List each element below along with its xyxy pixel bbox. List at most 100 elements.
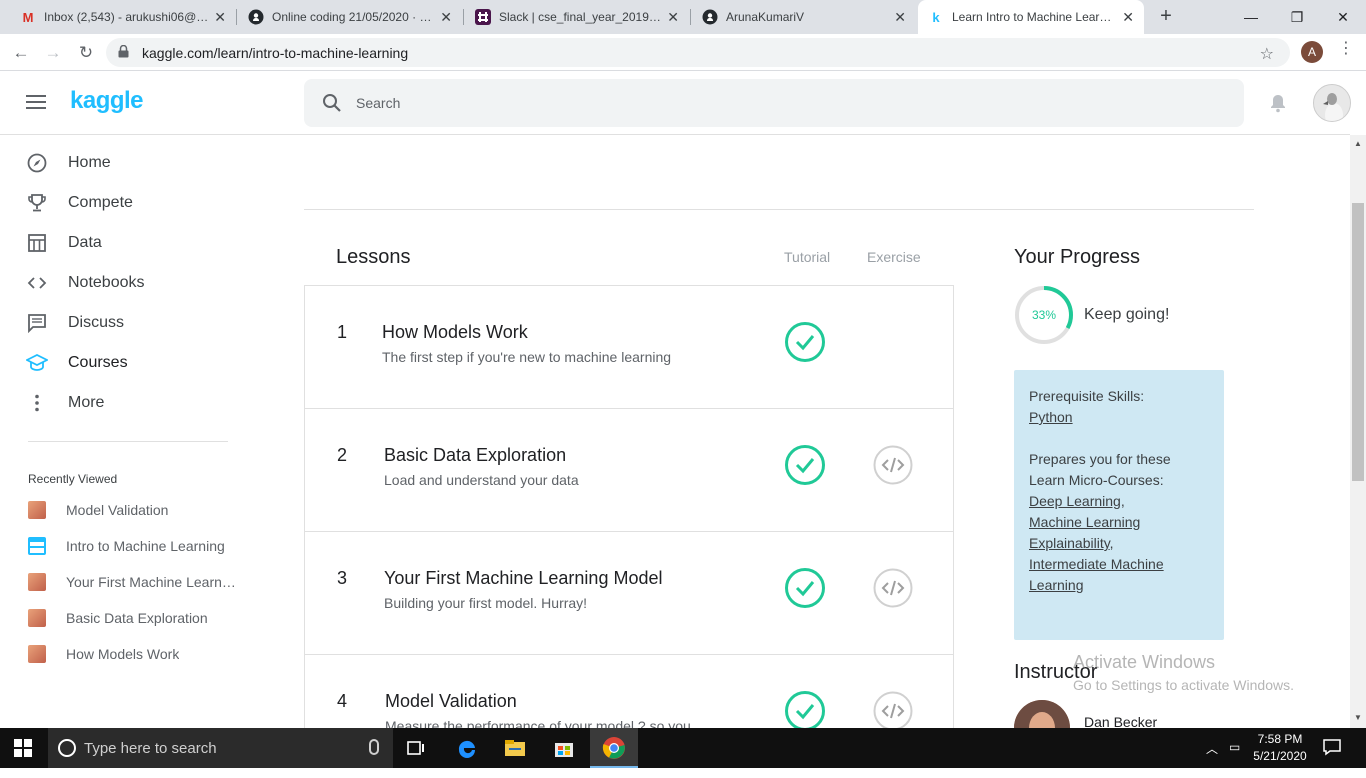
code-icon <box>26 272 48 294</box>
home-compass-icon <box>26 152 48 174</box>
recent-item[interactable]: Model Validation <box>28 500 238 520</box>
close-icon[interactable]: ✕ <box>667 9 679 26</box>
notifications-bell-icon[interactable] <box>1268 93 1288 113</box>
tab-label: ArunaKumariV <box>726 10 805 24</box>
graduation-cap-icon <box>26 352 48 374</box>
file-explorer-icon[interactable] <box>503 736 527 760</box>
tab-gmail[interactable]: M Inbox (2,543) - arukushi06@gmail.com ✕ <box>10 0 236 34</box>
maximize-button[interactable]: ❐ <box>1274 0 1320 34</box>
sidebar-item-data[interactable]: Data <box>26 231 102 255</box>
lesson-description: The first step if you're new to machine … <box>382 349 672 365</box>
page-scrollbar[interactable]: ▲ ▼ <box>1350 135 1366 728</box>
close-icon[interactable]: ✕ <box>214 9 226 26</box>
exercise-code-icon[interactable] <box>873 691 913 731</box>
battery-icon[interactable]: ▭ <box>1229 740 1240 754</box>
recent-item[interactable]: Intro to Machine Learning <box>28 536 238 556</box>
microphone-icon[interactable] <box>369 739 379 755</box>
tab-github-profile[interactable]: ArunaKumariV ✕ <box>692 0 916 34</box>
exercise-code-icon[interactable] <box>873 445 913 485</box>
lesson-title[interactable]: How Models Work <box>382 322 528 343</box>
tab-kaggle-active[interactable]: k Learn Intro to Machine Learning ✕ <box>918 0 1144 34</box>
notebook-thumbnail-icon <box>28 645 46 663</box>
sidebar-item-home[interactable]: Home <box>26 151 111 175</box>
microsoft-store-icon[interactable] <box>552 736 576 760</box>
sidebar-divider <box>28 441 228 442</box>
lesson-title[interactable]: Model Validation <box>385 691 517 712</box>
lesson-row[interactable]: 3 Your First Machine Learning Model Buil… <box>305 532 953 655</box>
reload-button[interactable]: ↻ <box>73 40 99 66</box>
edge-browser-icon[interactable] <box>455 736 479 760</box>
tab-github-coding[interactable]: Online coding 21/05/2020 · First ✕ <box>238 0 462 34</box>
lesson-title[interactable]: Basic Data Exploration <box>384 445 566 466</box>
close-icon[interactable]: ✕ <box>1122 9 1134 26</box>
scroll-down-arrow-icon[interactable]: ▼ <box>1354 713 1362 722</box>
chrome-taskbar-button-active[interactable] <box>590 728 638 768</box>
kaggle-header: kaggle Search <box>0 71 1351 135</box>
sidebar-item-courses[interactable]: Courses <box>26 351 128 375</box>
user-avatar[interactable] <box>1313 84 1351 122</box>
address-bar[interactable]: kaggle.com/learn/intro-to-machine-learni… <box>106 38 1290 67</box>
tab-label: Online coding 21/05/2020 · First <box>272 10 435 24</box>
close-icon[interactable]: ✕ <box>440 9 452 26</box>
table-icon <box>26 232 48 254</box>
close-icon[interactable]: ✕ <box>894 9 906 26</box>
tab-label: Inbox (2,543) - arukushi06@gmail.com <box>44 10 208 24</box>
taskbar-search-box[interactable]: Type here to search <box>48 728 393 768</box>
sidebar-item-compete[interactable]: Compete <box>26 191 133 215</box>
sidebar-item-label: Notebooks <box>68 274 145 291</box>
scrollbar-thumb[interactable] <box>1352 203 1364 481</box>
sidebar: Home Compete Data Notebooks Discuss Cour… <box>0 135 290 728</box>
lesson-title[interactable]: Your First Machine Learning Model <box>384 568 662 589</box>
back-button[interactable]: ← <box>8 40 34 66</box>
browser-menu-icon[interactable]: ⋮ <box>1338 38 1354 58</box>
recent-item[interactable]: Basic Data Exploration <box>28 608 238 628</box>
browser-profile-avatar[interactable]: A <box>1301 41 1323 63</box>
sidebar-item-label: Compete <box>68 194 133 211</box>
task-view-icon[interactable] <box>404 736 428 760</box>
activate-windows-hint: Go to Settings to activate Windows. <box>1073 677 1294 693</box>
tab-label: Slack | cse_final_year_2019_20 | <box>499 10 662 24</box>
tutorial-complete-check-icon[interactable] <box>785 691 825 731</box>
course-link[interactable]: Deep Learning <box>1029 493 1121 509</box>
recent-item[interactable]: How Models Work <box>28 644 238 664</box>
course-link[interactable]: Intermediate Machine Learning <box>1029 556 1164 593</box>
lesson-row[interactable]: 1 How Models Work The first step if you'… <box>305 286 953 409</box>
window-close-button[interactable]: ✕ <box>1320 0 1366 34</box>
sidebar-item-more[interactable]: More <box>26 391 104 415</box>
scroll-up-arrow-icon[interactable]: ▲ <box>1354 139 1362 148</box>
tutorial-complete-check-icon[interactable] <box>785 568 825 608</box>
url-text: kaggle.com/learn/intro-to-machine-learni… <box>142 44 409 61</box>
action-center-icon[interactable] <box>1322 737 1342 757</box>
recent-item[interactable]: Your First Machine Learning Model <box>28 572 238 592</box>
forward-button[interactable]: → <box>40 40 66 66</box>
kaggle-icon: k <box>932 9 940 25</box>
sidebar-item-label: Data <box>68 234 102 251</box>
tutorial-complete-check-icon[interactable] <box>785 322 825 362</box>
site-search-input[interactable]: Search <box>304 79 1244 127</box>
hamburger-menu-icon[interactable] <box>26 95 46 109</box>
tab-separator <box>463 9 464 25</box>
tutorial-column-header: Tutorial <box>784 249 831 265</box>
tab-slack[interactable]: Slack | cse_final_year_2019_20 | ✕ <box>465 0 689 34</box>
minimize-button[interactable]: — <box>1228 0 1274 34</box>
trophy-icon <box>26 192 48 214</box>
cortana-icon <box>58 739 76 757</box>
more-vertical-icon <box>26 392 48 414</box>
lesson-row[interactable]: 2 Basic Data Exploration Load and unders… <box>305 409 953 532</box>
exercise-code-icon[interactable] <box>873 568 913 608</box>
bookmark-star-icon[interactable]: ☆ <box>1260 44 1274 64</box>
new-tab-button[interactable]: + <box>1155 5 1177 29</box>
kaggle-logo[interactable]: kaggle <box>70 87 144 115</box>
progress-title: Your Progress <box>1014 246 1140 268</box>
sidebar-item-discuss[interactable]: Discuss <box>26 311 124 335</box>
prereq-skill-link[interactable]: Python <box>1029 409 1073 425</box>
sidebar-item-label: More <box>68 394 105 411</box>
notebook-thumbnail-icon <box>28 609 46 627</box>
course-link[interactable]: Machine Learning Explainability <box>1029 514 1140 551</box>
show-hidden-icons-chevron-icon[interactable]: ︿ <box>1206 740 1218 757</box>
sidebar-item-notebooks[interactable]: Notebooks <box>26 271 145 295</box>
tutorial-complete-check-icon[interactable] <box>785 445 825 485</box>
gmail-icon: M <box>22 9 34 25</box>
taskbar-clock[interactable]: 7:58 PM 5/21/2020 <box>1240 731 1320 765</box>
windows-start-icon[interactable] <box>14 739 32 757</box>
